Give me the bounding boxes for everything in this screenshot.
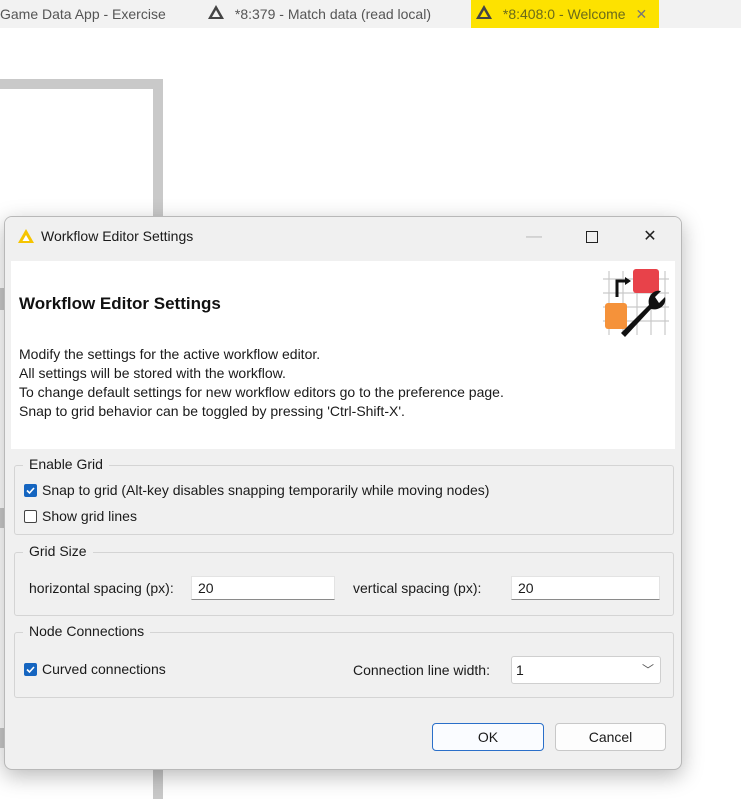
dialog-title-bar: Workflow Editor Settings — ✕ (5, 217, 681, 257)
curved-connections-checkbox[interactable]: Curved connections (24, 661, 166, 677)
tab-game-data-app[interactable]: Game Data App - Exercise (0, 0, 166, 28)
minimize-button[interactable]: — (505, 217, 563, 257)
horizontal-spacing-input[interactable]: 20 (191, 576, 335, 600)
tab-welcome[interactable]: *8:408:0 - Welcome ✕ (471, 0, 659, 28)
maximize-button[interactable] (563, 217, 621, 257)
connection-line-width-label: Connection line width: (353, 662, 490, 678)
vertical-spacing-input[interactable]: 20 (511, 576, 660, 600)
cancel-button[interactable]: Cancel (555, 723, 666, 751)
checkbox-label: Curved connections (42, 661, 166, 677)
group-legend: Enable Grid (23, 456, 109, 472)
dialog-header: Workflow Editor Settings Modify the sett… (11, 261, 675, 449)
description-line: All settings will be stored with the wor… (19, 365, 286, 381)
node-connections-group: Node Connections Curved connections Conn… (14, 623, 674, 698)
editor-tab-bar: Game Data App - Exercise *8:379 - Match … (0, 0, 741, 28)
tab-label: *8:379 - Match data (read local) (234, 6, 431, 22)
description-line: Modify the settings for the active workf… (19, 346, 321, 362)
ok-button[interactable]: OK (432, 723, 544, 751)
checkbox-unchecked-icon (24, 509, 37, 523)
checkbox-checked-icon (24, 662, 37, 676)
close-button[interactable]: ✕ (621, 217, 679, 257)
dialog-description: Modify the settings for the active workf… (19, 345, 504, 421)
snap-to-grid-checkbox[interactable]: Snap to grid (Alt-key disables snapping … (24, 482, 489, 498)
tab-match-data[interactable]: *8:379 - Match data (read local) (207, 0, 431, 28)
dialog-window-title: Workflow Editor Settings (41, 228, 194, 244)
group-legend: Grid Size (23, 543, 93, 559)
connection-line-width-select[interactable]: 1 ﹀ (511, 656, 661, 684)
vertical-spacing-label: vertical spacing (px): (353, 580, 482, 596)
app-logo-icon (17, 228, 35, 247)
tab-label: *8:408:0 - Welcome (502, 6, 626, 22)
checkbox-label: Show grid lines (42, 508, 137, 524)
checkbox-checked-icon (24, 483, 37, 497)
warning-icon (207, 1, 225, 29)
dialog-heading: Workflow Editor Settings (19, 294, 221, 313)
chevron-down-icon: ﹀ (641, 663, 654, 677)
group-legend: Node Connections (23, 623, 151, 639)
select-value: 1 (516, 662, 524, 678)
description-line: Snap to grid behavior can be toggled by … (19, 403, 405, 419)
checkbox-label: Snap to grid (Alt-key disables snapping … (42, 482, 490, 498)
enable-grid-group: Enable Grid Snap to grid (Alt-key disabl… (14, 456, 674, 535)
show-grid-lines-checkbox[interactable]: Show grid lines (24, 508, 137, 524)
description-line: To change default settings for new workf… (19, 384, 504, 400)
settings-wrench-icon (599, 267, 671, 342)
maximize-icon (586, 230, 598, 243)
warning-icon (475, 1, 493, 29)
close-tab-icon[interactable]: ✕ (635, 6, 647, 22)
workflow-editor-settings-dialog: Workflow Editor Settings — ✕ Workflow Ed… (4, 216, 682, 770)
grid-size-group: Grid Size horizontal spacing (px): 20 ve… (14, 543, 674, 616)
tab-label: Game Data App - Exercise (0, 6, 166, 22)
horizontal-spacing-label: horizontal spacing (px): (29, 580, 174, 596)
